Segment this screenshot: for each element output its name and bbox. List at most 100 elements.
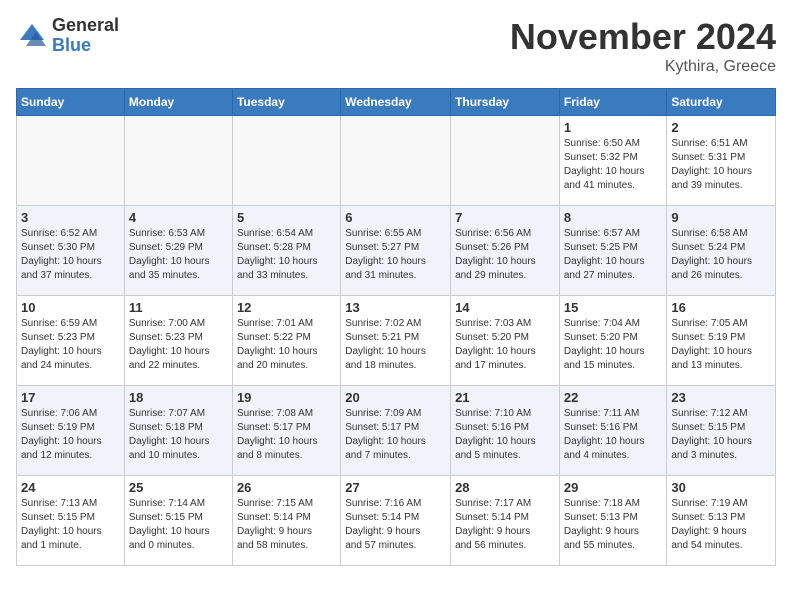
weekday-header: Friday [559,89,667,116]
calendar-day-cell: 12 Sunrise: 7:01 AM Sunset: 5:22 PM Dayli… [232,296,340,386]
day-info: Sunrise: 7:15 AM Sunset: 5:14 PM Dayligh… [237,497,336,553]
calendar-day-cell: 20 Sunrise: 7:09 AM Sunset: 5:17 PM Dayli… [341,386,451,476]
day-number: 4 [129,210,228,225]
day-info: Sunrise: 7:09 AM Sunset: 5:17 PM Dayligh… [345,407,446,463]
calendar-week-row: 10 Sunrise: 6:59 AM Sunset: 5:23 PM Dayli… [17,296,776,386]
day-info: Sunrise: 6:57 AM Sunset: 5:25 PM Dayligh… [564,227,663,283]
day-info: Sunrise: 7:19 AM Sunset: 5:13 PM Dayligh… [671,497,771,553]
calendar-day-cell: 3Sunrise: 6:52 AM Sunset: 5:30 PM Daylig… [17,206,125,296]
day-number: 7 [455,210,555,225]
logo-text: General Blue [52,16,119,56]
day-info: Sunrise: 7:00 AM Sunset: 5:23 PM Dayligh… [129,317,228,373]
day-info: Sunrise: 7:04 AM Sunset: 5:20 PM Dayligh… [564,317,663,373]
weekday-header: Sunday [17,89,125,116]
calendar-day-cell: 18 Sunrise: 7:07 AM Sunset: 5:18 PM Dayli… [124,386,232,476]
calendar-day-cell: 2Sunrise: 6:51 AM Sunset: 5:31 PM Daylig… [667,116,776,206]
day-number: 6 [345,210,446,225]
calendar-day-cell [341,116,451,206]
calendar-day-cell [451,116,560,206]
calendar-day-cell [124,116,232,206]
logo: General Blue [16,16,119,56]
page-header: General Blue November 2024 Kythira, Gree… [16,16,776,76]
month-title: November 2024 [510,16,776,58]
calendar-day-cell [232,116,340,206]
calendar-day-cell: 29 Sunrise: 7:18 AM Sunset: 5:13 PM Dayli… [559,476,667,566]
calendar-day-cell: 17 Sunrise: 7:06 AM Sunset: 5:19 PM Dayli… [17,386,125,476]
calendar-day-cell: 28Sunrise: 7:17 AM Sunset: 5:14 PM Dayli… [451,476,560,566]
day-info: Sunrise: 7:13 AM Sunset: 5:15 PM Dayligh… [21,497,120,553]
day-number: 22 [564,390,663,405]
day-number: 14 [455,300,555,315]
calendar-week-row: 1 Sunrise: 6:50 AM Sunset: 5:32 PM Daylig… [17,116,776,206]
calendar-day-cell: 13 Sunrise: 7:02 AM Sunset: 5:21 PM Dayli… [341,296,451,386]
day-info: Sunrise: 6:53 AM Sunset: 5:29 PM Dayligh… [129,227,228,283]
day-info: Sunrise: 6:52 AM Sunset: 5:30 PM Dayligh… [21,227,120,283]
calendar-day-cell: 26 Sunrise: 7:15 AM Sunset: 5:14 PM Dayli… [232,476,340,566]
calendar-day-cell: 15 Sunrise: 7:04 AM Sunset: 5:20 PM Dayli… [559,296,667,386]
day-info: Sunrise: 6:58 AM Sunset: 5:24 PM Dayligh… [671,227,771,283]
day-number: 21 [455,390,555,405]
logo-blue: Blue [52,36,119,56]
calendar-day-cell: 7Sunrise: 6:56 AM Sunset: 5:26 PM Daylig… [451,206,560,296]
calendar-day-cell: 8Sunrise: 6:57 AM Sunset: 5:25 PM Daylig… [559,206,667,296]
logo-general: General [52,16,119,36]
day-info: Sunrise: 6:55 AM Sunset: 5:27 PM Dayligh… [345,227,446,283]
day-number: 26 [237,480,336,495]
day-info: Sunrise: 6:50 AM Sunset: 5:32 PM Dayligh… [564,137,663,193]
day-info: Sunrise: 6:54 AM Sunset: 5:28 PM Dayligh… [237,227,336,283]
day-number: 19 [237,390,336,405]
weekday-header: Monday [124,89,232,116]
calendar-day-cell: 6 Sunrise: 6:55 AM Sunset: 5:27 PM Daylig… [341,206,451,296]
weekday-header: Saturday [667,89,776,116]
day-number: 11 [129,300,228,315]
day-info: Sunrise: 6:59 AM Sunset: 5:23 PM Dayligh… [21,317,120,373]
title-block: November 2024 Kythira, Greece [510,16,776,76]
calendar-day-cell [17,116,125,206]
day-number: 9 [671,210,771,225]
day-info: Sunrise: 7:16 AM Sunset: 5:14 PM Dayligh… [345,497,446,553]
weekday-header: Thursday [451,89,560,116]
day-number: 17 [21,390,120,405]
day-info: Sunrise: 7:07 AM Sunset: 5:18 PM Dayligh… [129,407,228,463]
day-number: 18 [129,390,228,405]
day-number: 10 [21,300,120,315]
calendar-week-row: 17 Sunrise: 7:06 AM Sunset: 5:19 PM Dayli… [17,386,776,476]
day-number: 13 [345,300,446,315]
calendar-day-cell: 16Sunrise: 7:05 AM Sunset: 5:19 PM Dayli… [667,296,776,386]
day-number: 20 [345,390,446,405]
day-number: 30 [671,480,771,495]
day-info: Sunrise: 7:02 AM Sunset: 5:21 PM Dayligh… [345,317,446,373]
calendar-day-cell: 5 Sunrise: 6:54 AM Sunset: 5:28 PM Daylig… [232,206,340,296]
day-info: Sunrise: 7:18 AM Sunset: 5:13 PM Dayligh… [564,497,663,553]
calendar-day-cell: 10 Sunrise: 6:59 AM Sunset: 5:23 PM Dayli… [17,296,125,386]
day-info: Sunrise: 7:05 AM Sunset: 5:19 PM Dayligh… [671,317,771,373]
calendar-week-row: 3Sunrise: 6:52 AM Sunset: 5:30 PM Daylig… [17,206,776,296]
day-number: 27 [345,480,446,495]
calendar-day-cell: 1 Sunrise: 6:50 AM Sunset: 5:32 PM Daylig… [559,116,667,206]
calendar-day-cell: 19 Sunrise: 7:08 AM Sunset: 5:17 PM Dayli… [232,386,340,476]
logo-icon [16,20,48,52]
location: Kythira, Greece [510,58,776,76]
day-info: Sunrise: 7:08 AM Sunset: 5:17 PM Dayligh… [237,407,336,463]
day-number: 23 [671,390,771,405]
calendar-day-cell: 23Sunrise: 7:12 AM Sunset: 5:15 PM Dayli… [667,386,776,476]
calendar-table: SundayMondayTuesdayWednesdayThursdayFrid… [16,88,776,566]
calendar-day-cell: 21Sunrise: 7:10 AM Sunset: 5:16 PM Dayli… [451,386,560,476]
day-number: 5 [237,210,336,225]
day-number: 12 [237,300,336,315]
calendar-day-cell: 11 Sunrise: 7:00 AM Sunset: 5:23 PM Dayli… [124,296,232,386]
day-number: 29 [564,480,663,495]
day-info: Sunrise: 7:14 AM Sunset: 5:15 PM Dayligh… [129,497,228,553]
calendar-day-cell: 30 Sunrise: 7:19 AM Sunset: 5:13 PM Dayli… [667,476,776,566]
day-number: 1 [564,120,663,135]
day-number: 15 [564,300,663,315]
day-info: Sunrise: 7:11 AM Sunset: 5:16 PM Dayligh… [564,407,663,463]
day-info: Sunrise: 6:51 AM Sunset: 5:31 PM Dayligh… [671,137,771,193]
day-info: Sunrise: 7:01 AM Sunset: 5:22 PM Dayligh… [237,317,336,373]
day-number: 25 [129,480,228,495]
day-number: 24 [21,480,120,495]
weekday-header: Tuesday [232,89,340,116]
weekday-header-row: SundayMondayTuesdayWednesdayThursdayFrid… [17,89,776,116]
day-info: Sunrise: 7:06 AM Sunset: 5:19 PM Dayligh… [21,407,120,463]
calendar-day-cell: 14Sunrise: 7:03 AM Sunset: 5:20 PM Dayli… [451,296,560,386]
